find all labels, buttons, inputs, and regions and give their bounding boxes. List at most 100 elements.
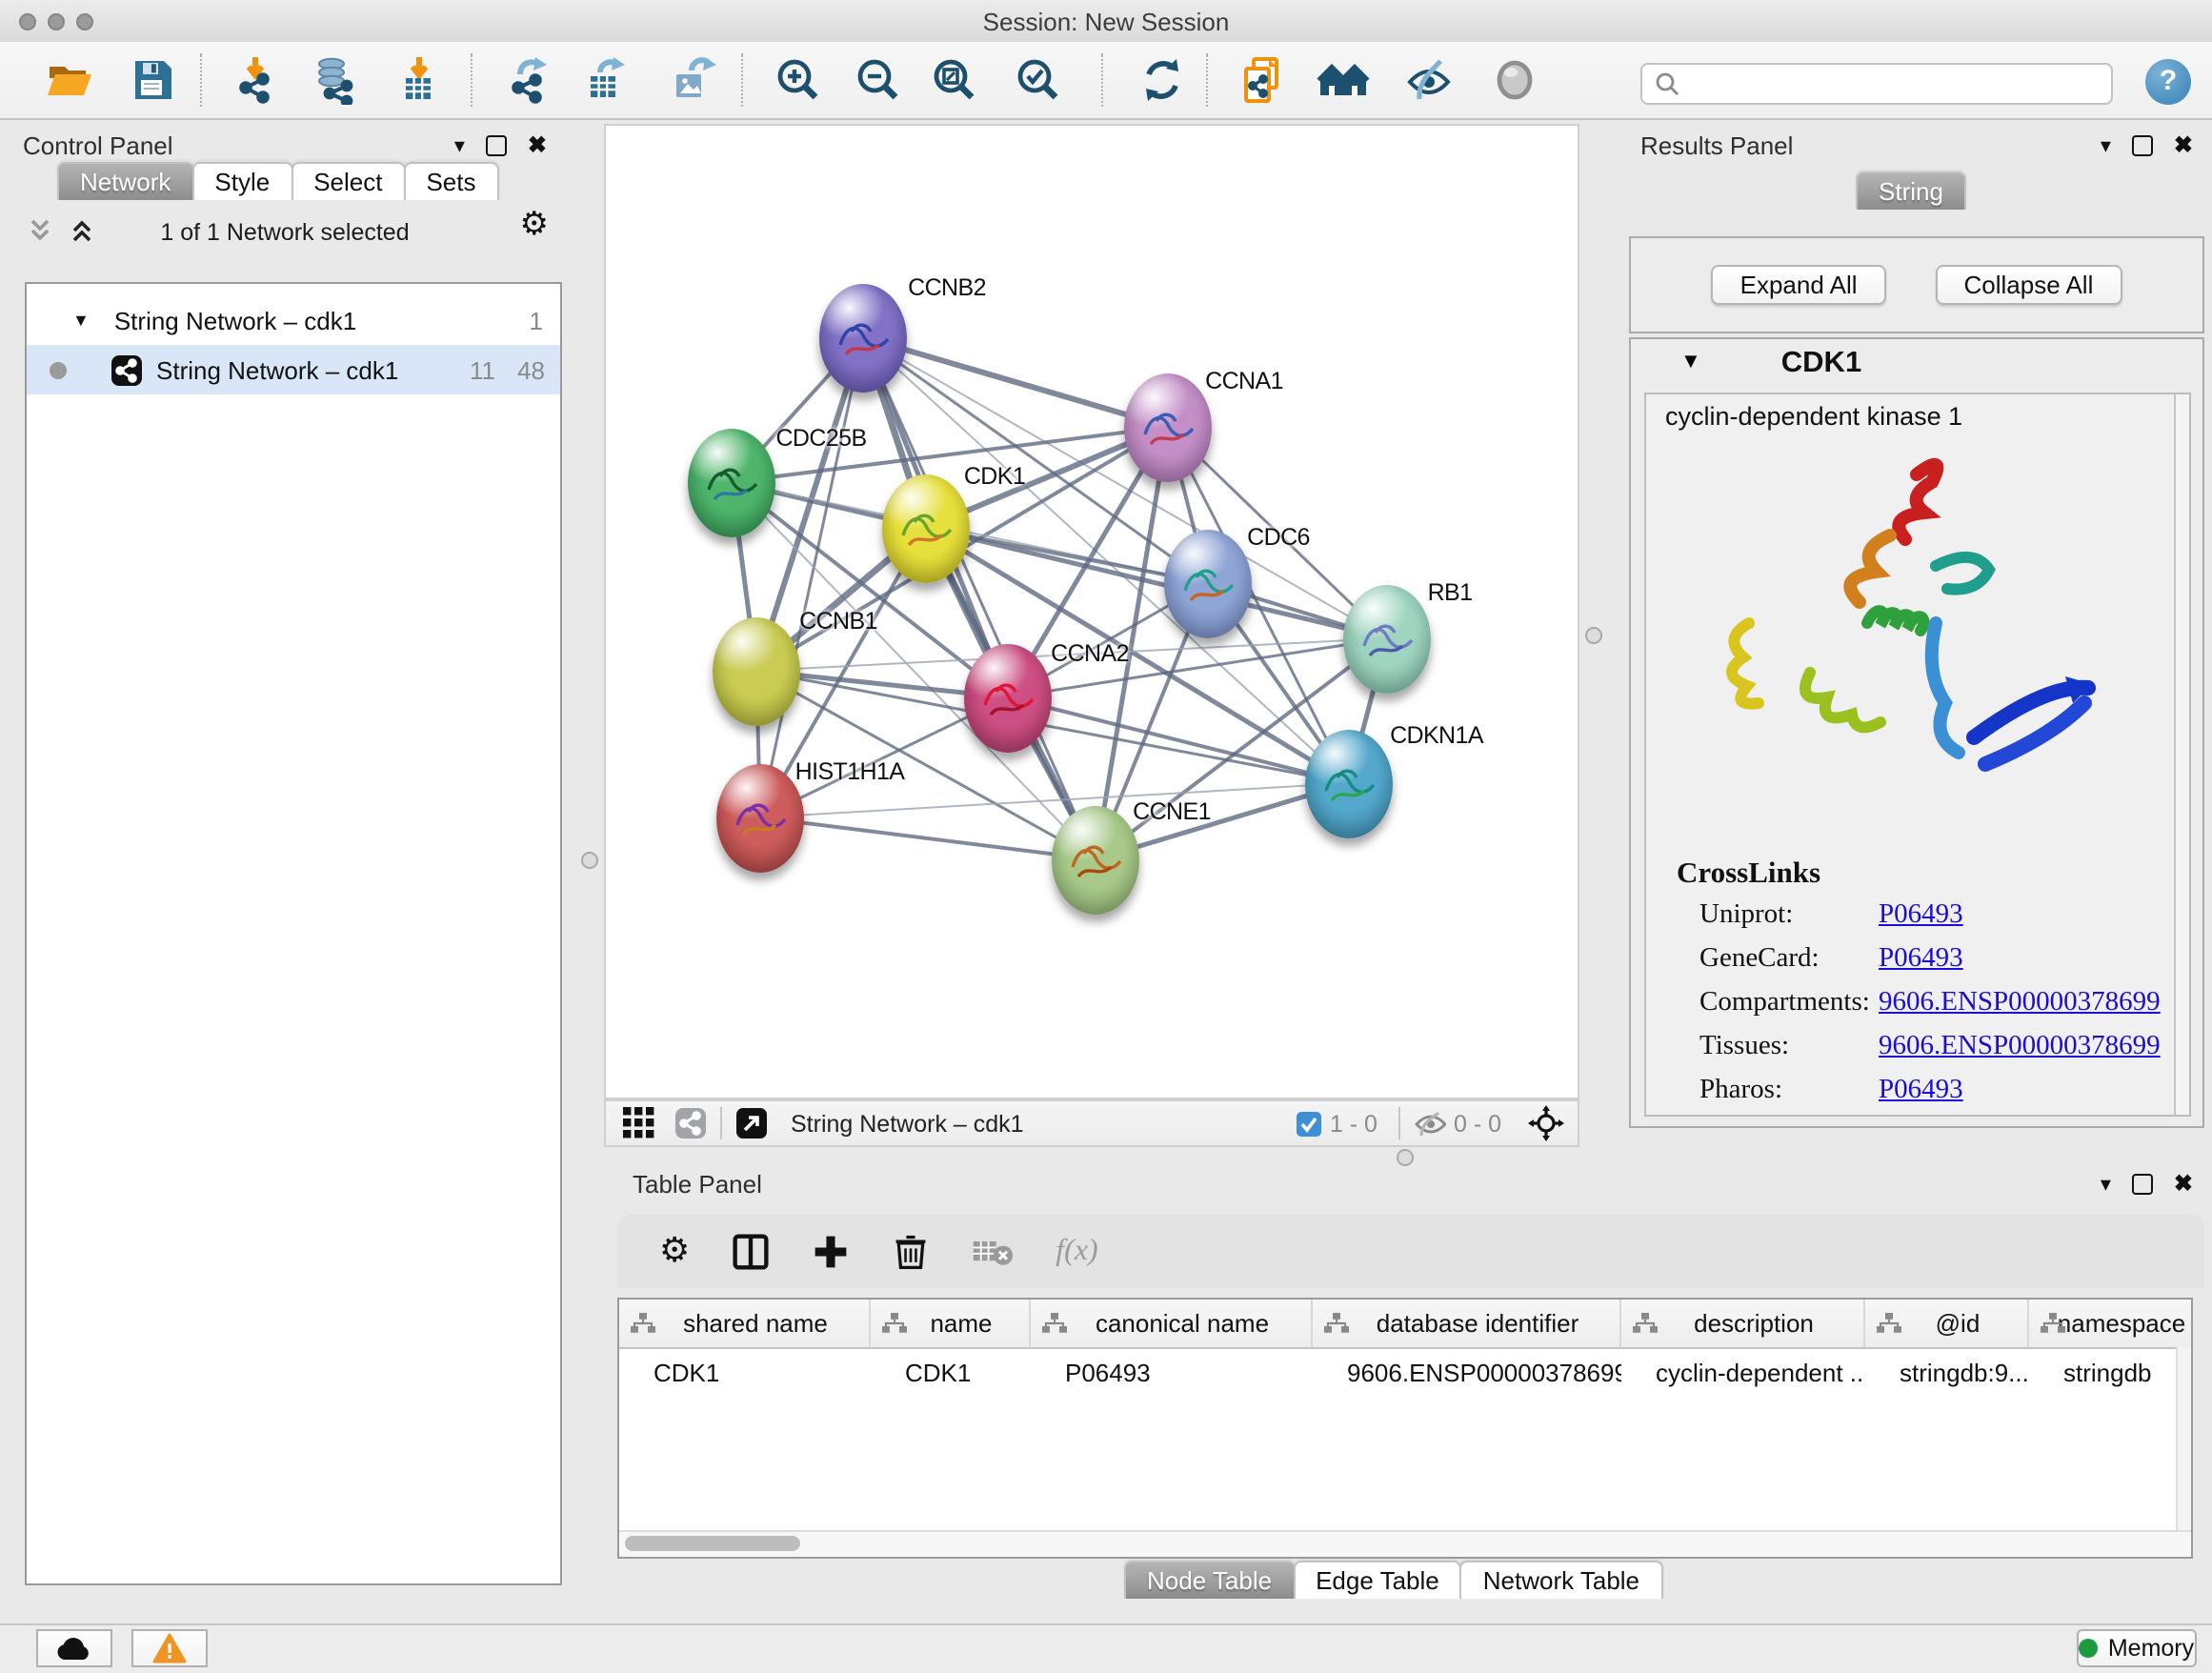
network-node-ccna2[interactable] (964, 643, 1052, 752)
network-row[interactable]: String Network – cdk1 11 48 (27, 345, 560, 394)
selected-checkbox-icon[interactable] (1296, 1110, 1322, 1137)
column-header-id[interactable]: @id (1865, 1300, 2029, 1347)
export-image-icon[interactable] (665, 51, 722, 109)
network-node-cdc25b[interactable] (688, 428, 775, 536)
table-cell[interactable]: P06493 (1031, 1349, 1313, 1397)
help-icon[interactable]: ? (2145, 59, 2191, 105)
add-column-icon[interactable] (812, 1232, 850, 1270)
column-header-description[interactable]: description (1621, 1300, 1865, 1347)
panel-menu-icon[interactable]: ▾ (2101, 132, 2111, 157)
table-cell[interactable]: stringdb (2029, 1349, 2193, 1397)
show-columns-icon[interactable] (732, 1232, 770, 1270)
tab-style[interactable]: Style (191, 162, 292, 200)
network-node-ccne1[interactable] (1052, 805, 1139, 914)
tab-network[interactable]: Network (57, 162, 193, 200)
zoom-in-icon[interactable] (770, 51, 827, 109)
panel-float-icon[interactable] (2132, 134, 2153, 155)
network-node-ccnb1[interactable] (713, 616, 800, 725)
tab-select[interactable]: Select (291, 162, 405, 200)
panel-float-icon[interactable] (486, 134, 507, 155)
scrollbar-thumb[interactable] (625, 1536, 800, 1551)
gene-expander-icon[interactable]: ▼ (1680, 351, 1701, 373)
network-node-ccnb2[interactable] (819, 283, 907, 392)
column-header-sharedname[interactable]: shared name (619, 1300, 871, 1347)
panel-close-icon[interactable]: ✖ (2174, 1170, 2193, 1197)
crosslink-link[interactable]: P06493 (1879, 899, 1963, 932)
column-header-name[interactable]: name (871, 1300, 1031, 1347)
search-input[interactable] (1688, 69, 2111, 99)
zoom-out-icon[interactable] (850, 51, 907, 109)
table-cell[interactable]: stringdb:9... (1865, 1349, 2029, 1397)
cloud-status-button[interactable] (36, 1629, 112, 1667)
zoom-selected-icon[interactable] (1010, 51, 1067, 109)
network-edge[interactable] (863, 337, 1168, 427)
search-field[interactable] (1640, 63, 2113, 105)
column-header-canonicalname[interactable]: canonical name (1031, 1300, 1313, 1347)
panel-float-icon[interactable] (2132, 1173, 2153, 1194)
panel-menu-icon[interactable]: ▾ (2101, 1171, 2111, 1196)
grid-view-icon[interactable] (623, 1107, 655, 1139)
splitter-handle[interactable] (1585, 627, 1602, 644)
node-table[interactable]: shared namenamecanonical namedatabase id… (617, 1298, 2193, 1559)
tab-string[interactable]: String (1856, 171, 1966, 210)
crosslink-link[interactable]: P06493 (1879, 943, 1963, 976)
network-edge[interactable] (760, 817, 1096, 859)
network-node-cdk1[interactable] (882, 474, 970, 582)
import-database-icon[interactable] (309, 51, 366, 109)
birdseye-navigator-icon[interactable] (1528, 1105, 1564, 1141)
column-header-namespace[interactable]: namespace (2029, 1300, 2193, 1347)
tab-network-table[interactable]: Network Table (1460, 1561, 1662, 1599)
splitter-handle[interactable] (1397, 1149, 1414, 1166)
import-network-icon[interactable] (229, 51, 286, 109)
tab-sets[interactable]: Sets (403, 162, 498, 200)
column-header-databaseidentifier[interactable]: database identifier (1313, 1300, 1621, 1347)
network-node-cdc6[interactable] (1164, 529, 1252, 637)
warning-status-button[interactable] (131, 1629, 208, 1667)
splitter-handle[interactable] (581, 852, 598, 869)
table-vertical-scrollbar[interactable] (2176, 1347, 2191, 1532)
import-table-icon[interactable] (391, 51, 448, 109)
network-collection-row[interactable]: ▼ String Network – cdk1 1 (27, 295, 560, 345)
network-type-icon[interactable] (674, 1107, 707, 1139)
hidden-eye-icon[interactable] (1414, 1110, 1446, 1137)
network-node-hist1h1a[interactable] (716, 763, 804, 872)
table-row[interactable]: CDK1CDK1P064939606.ENSP00000378699cyclin… (619, 1349, 2191, 1397)
collapse-all-button[interactable]: Collapse All (1936, 265, 2122, 305)
network-node-rb1[interactable] (1343, 584, 1431, 693)
delete-table-icon[interactable] (972, 1234, 1014, 1268)
table-settings-gear-icon[interactable]: ⚙ (659, 1231, 690, 1271)
network-node-cdkn1a[interactable] (1305, 729, 1393, 837)
show-panel-eye-icon[interactable] (1486, 51, 1543, 109)
expand-all-button[interactable]: Expand All (1712, 265, 1886, 305)
panel-close-icon[interactable]: ✖ (2174, 131, 2193, 158)
tab-edge-table[interactable]: Edge Table (1293, 1561, 1462, 1599)
crosslink-link[interactable]: P06493 (1879, 1075, 1963, 1107)
export-table-icon[interactable] (577, 51, 634, 109)
tree-expander-icon[interactable]: ▼ (72, 311, 90, 330)
open-in-window-icon[interactable] (735, 1107, 768, 1139)
network-edge[interactable] (926, 528, 1387, 638)
table-cell[interactable]: CDK1 (619, 1349, 871, 1397)
panel-close-icon[interactable]: ✖ (528, 131, 547, 158)
network-canvas[interactable]: CCNB2CCNA1CDC25BCDK1CDC6RB1CCNB1CCNA2CDK… (604, 124, 1579, 1099)
network-node-ccna1[interactable] (1124, 373, 1212, 481)
save-session-icon[interactable] (124, 51, 181, 109)
panel-menu-icon[interactable]: ▾ (454, 132, 465, 157)
table-cell[interactable]: cyclin-dependent ... (1621, 1349, 1865, 1397)
refresh-icon[interactable] (1134, 51, 1191, 109)
memory-button[interactable]: Memory (2077, 1629, 2197, 1667)
export-network-icon[interactable] (501, 51, 558, 109)
crosslink-link[interactable]: 9606.ENSP00000378699 (1879, 1031, 2161, 1063)
homes-icon[interactable] (1315, 51, 1372, 109)
tab-node-table[interactable]: Node Table (1124, 1561, 1295, 1599)
gene-card-scrollbar[interactable] (2174, 394, 2189, 1115)
zoom-fit-icon[interactable] (926, 51, 983, 109)
gear-icon[interactable]: ⚙ (520, 206, 550, 244)
crosslink-link[interactable]: 9606.ENSP00000378699 (1879, 987, 2161, 1019)
function-builder-icon[interactable]: f(x) (1056, 1234, 1097, 1268)
table-horizontal-scrollbar[interactable] (619, 1530, 2191, 1557)
table-cell[interactable]: 9606.ENSP00000378699 (1313, 1349, 1621, 1397)
open-session-icon[interactable] (40, 51, 97, 109)
delete-column-icon[interactable] (892, 1232, 930, 1270)
hide-panel-eye-icon[interactable] (1400, 51, 1458, 109)
